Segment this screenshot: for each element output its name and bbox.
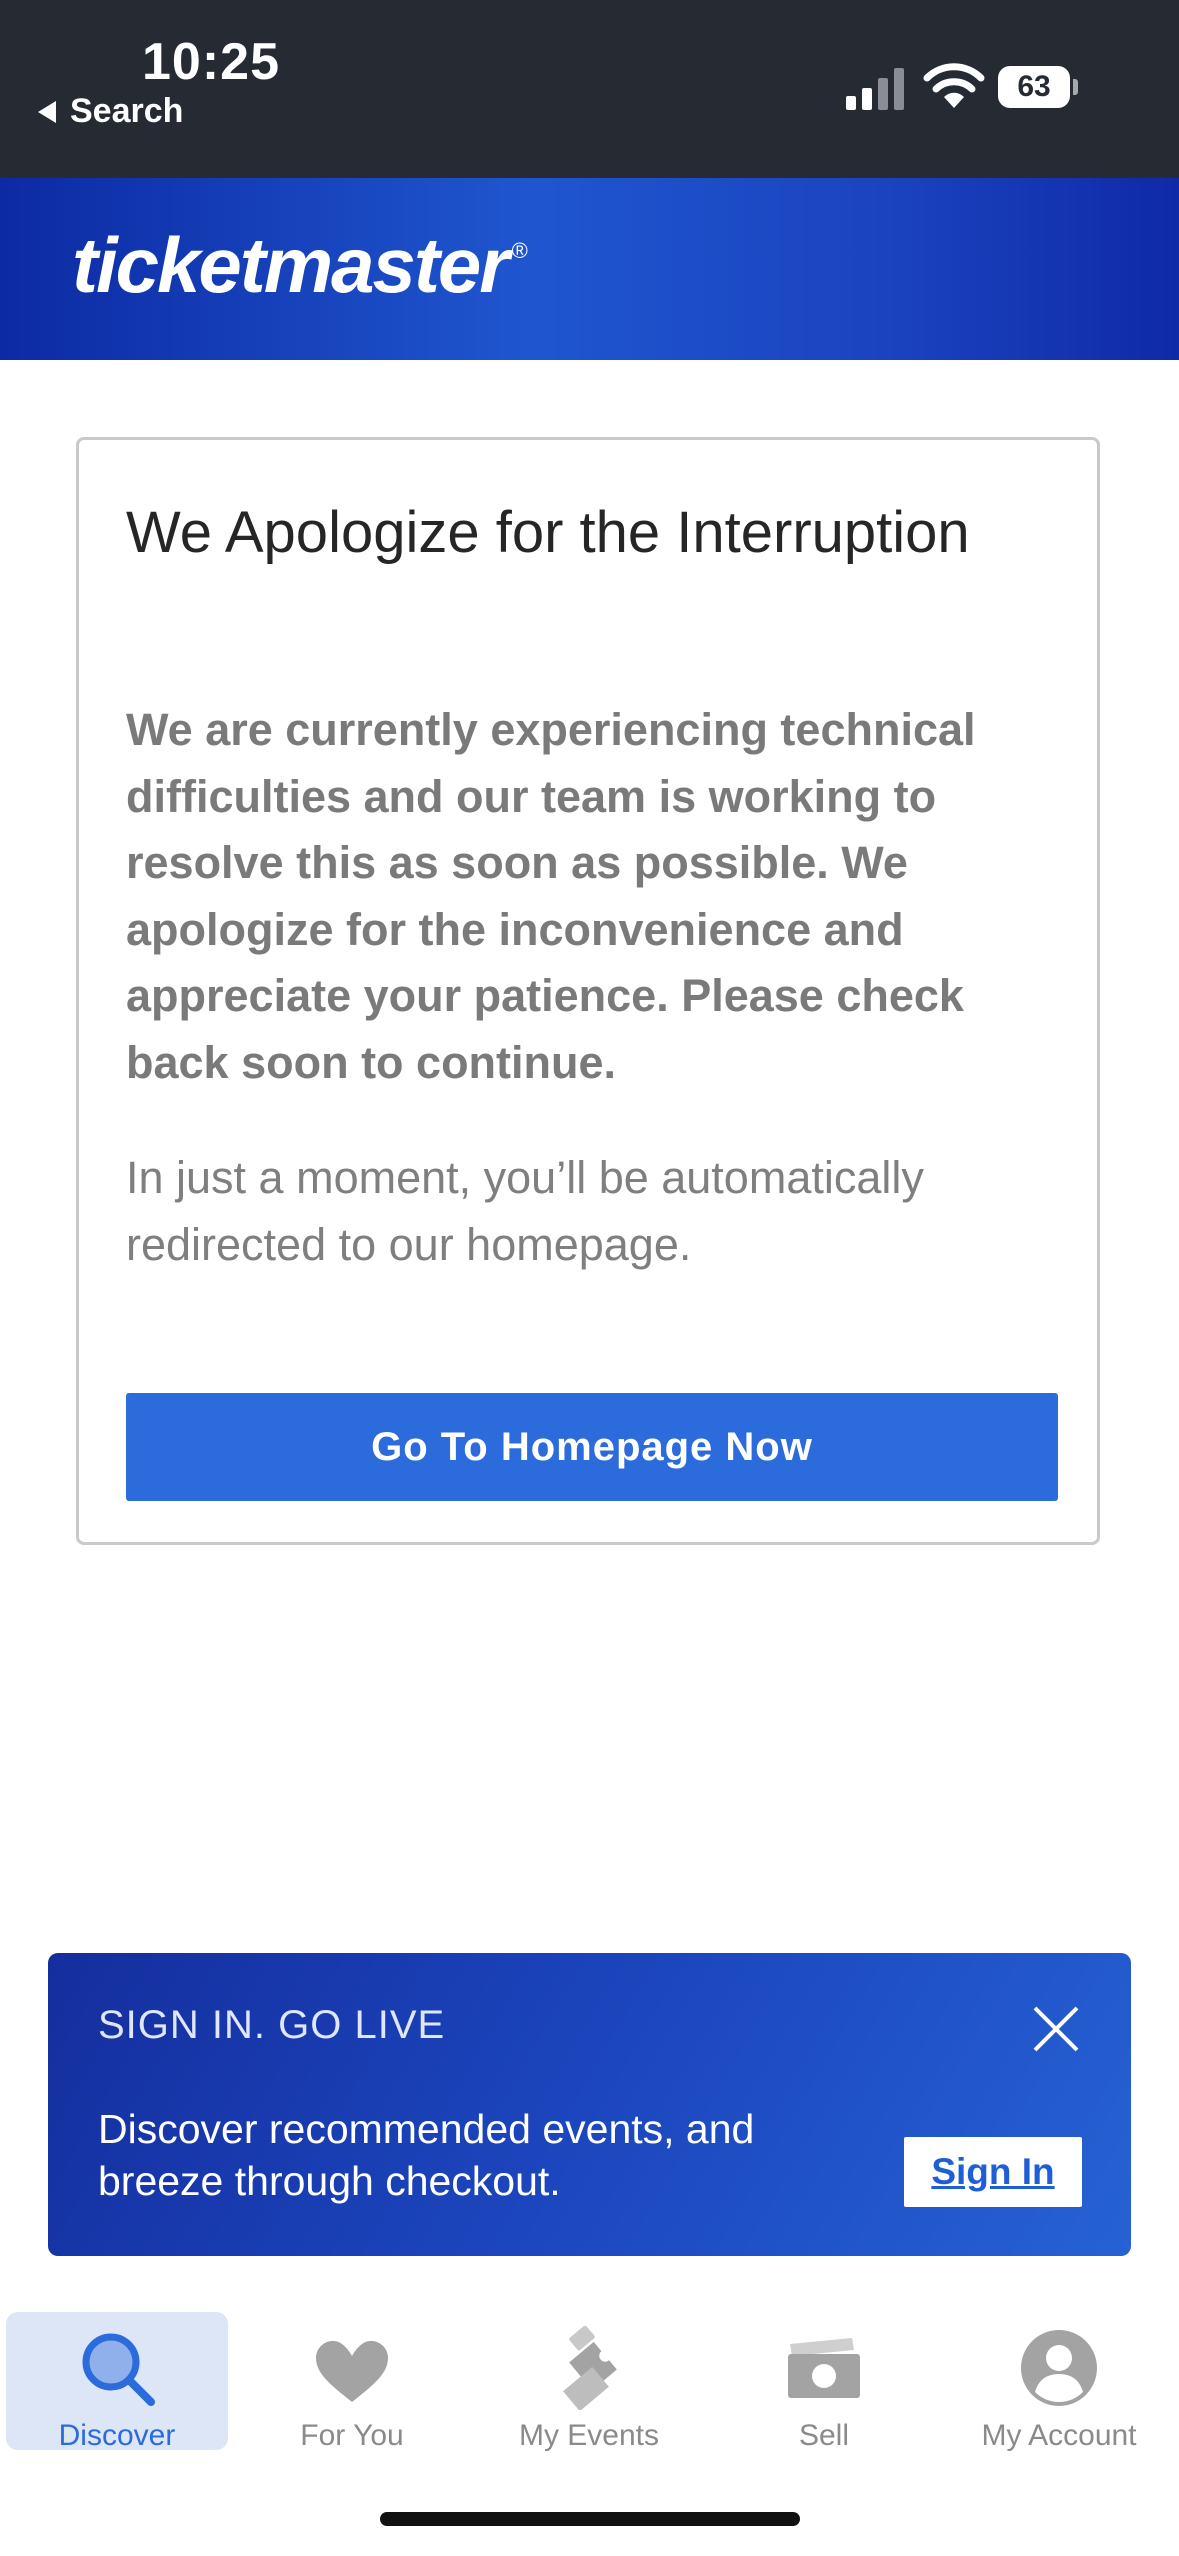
back-arrow-icon [38,100,56,123]
status-bar: 10:25 Search 63 [0,0,1179,178]
account-icon [1021,2330,1097,2406]
app-header: ticketmaster ® [0,178,1179,360]
error-card: We Apologize for the Interruption We are… [76,437,1100,1545]
logo-text: ticketmaster [72,221,510,309]
registered-mark: ® [511,238,528,263]
tab-for-you[interactable]: For You [241,2312,463,2452]
redirect-note: In just a moment, you’ll be automaticall… [126,1152,924,1270]
banner-title: SIGN IN. GO LIVE [98,2003,446,2047]
tab-my-events[interactable]: My Events [478,2312,700,2452]
tab-label: Sell [798,2419,850,2452]
heart-icon [316,2340,388,2402]
battery-level: 63 [998,66,1070,108]
status-time: 10:25 [142,33,280,91]
tab-sell[interactable]: Sell [713,2312,935,2452]
tab-discover[interactable]: Discover [6,2312,228,2452]
tab-my-account[interactable]: My Account [948,2312,1170,2452]
search-icon [82,2333,155,2406]
back-label: Search [70,92,184,130]
money-icon [788,2338,860,2398]
tab-label: For You [300,2419,404,2452]
error-title: We Apologize for the Interruption [126,500,970,565]
error-message: We are currently experiencing technical … [126,704,976,1088]
cellular-signal-icon [846,68,904,110]
wifi-icon [923,63,985,108]
sign-in-button[interactable]: Sign In [904,2137,1082,2207]
signin-banner: SIGN IN. GO LIVE Discover recommended ev… [48,1953,1131,2256]
ticketmaster-logo[interactable]: ticketmaster ® [72,220,528,311]
tab-label: My Events [518,2419,660,2452]
ticket-icon [563,2326,617,2410]
tab-label: My Account [981,2419,1137,2452]
battery-icon: 63 [998,66,1078,108]
go-to-homepage-button[interactable]: Go To Homepage Now [126,1393,1058,1501]
home-indicator [380,2512,800,2526]
banner-text: Discover recommended events, and breeze … [98,2106,755,2204]
back-to-search-link[interactable]: Search [38,92,183,131]
tab-label: Discover [58,2419,176,2452]
close-icon[interactable] [1030,2003,1082,2055]
